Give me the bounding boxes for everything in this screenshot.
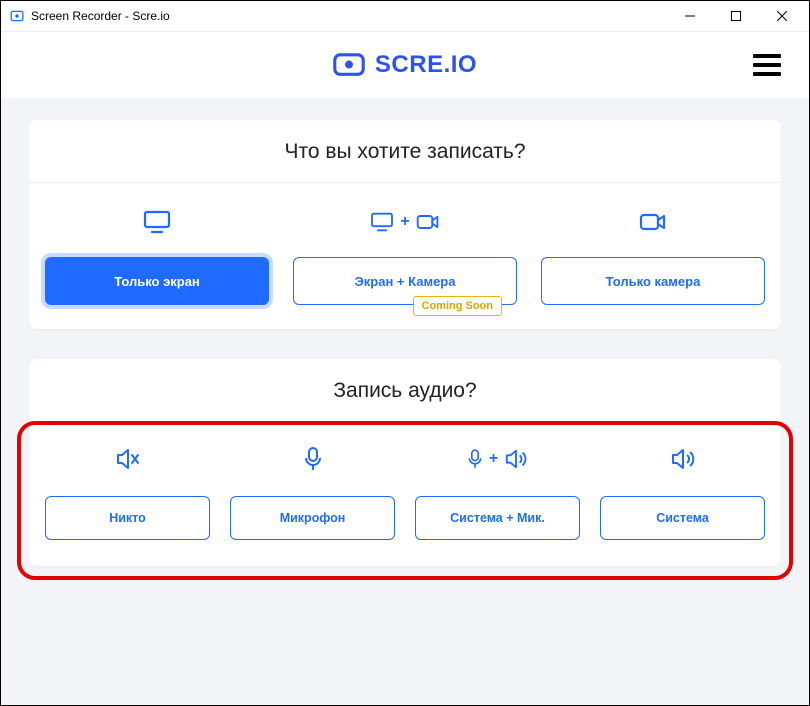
window-title: Screen Recorder - Scre.io <box>31 9 667 23</box>
option-label: Система + Мик. <box>450 511 545 525</box>
app-body: SCRE.IO Что вы хотите записать? <box>1 32 809 705</box>
speaker-icon <box>670 444 696 474</box>
record-panel: Что вы хотите записать? Только экран <box>29 120 781 329</box>
content-area: Что вы хотите записать? Только экран <box>1 98 809 618</box>
audio-option-none: Никто <box>45 444 210 540</box>
record-option-screen-only-button[interactable]: Только экран <box>45 257 269 305</box>
option-label: Только камера <box>606 274 701 289</box>
record-option-camera-only: Только камера <box>541 207 765 305</box>
record-option-screen-only: Только экран <box>45 207 269 305</box>
monitor-plus-camera-icon: + <box>370 207 439 237</box>
audio-option-system-mic-button[interactable]: Система + Мик. <box>415 496 580 540</box>
coming-soon-badge: Coming Soon <box>413 296 503 316</box>
audio-panel-title: Запись аудио? <box>29 359 781 422</box>
audio-option-none-button[interactable]: Никто <box>45 496 210 540</box>
record-option-camera-only-button[interactable]: Только камера <box>541 257 765 305</box>
audio-option-microphone-button[interactable]: Микрофон <box>230 496 395 540</box>
close-button[interactable] <box>759 1 805 32</box>
record-panel-title: Что вы хотите записать? <box>29 120 781 183</box>
option-label: Экран + Камера <box>355 274 456 289</box>
audio-option-system: Система <box>600 444 765 540</box>
microphone-plus-speaker-icon: + <box>467 444 528 474</box>
audio-option-system-button[interactable]: Система <box>600 496 765 540</box>
brand-logo-icon <box>333 53 365 77</box>
audio-option-microphone: Микрофон <box>230 444 395 540</box>
brand-name: SCRE.IO <box>375 51 477 79</box>
window-titlebar: Screen Recorder - Scre.io <box>1 1 809 32</box>
brand: SCRE.IO <box>333 51 477 79</box>
plus-icon: + <box>400 213 409 231</box>
audio-panel: Запись аудио? Никто <box>29 359 781 566</box>
option-label: Только экран <box>114 274 200 289</box>
option-label: Микрофон <box>280 511 346 525</box>
monitor-icon <box>143 207 171 237</box>
minimize-button[interactable] <box>667 1 713 32</box>
record-option-screen-camera: + Экран + Камера Coming Soon <box>293 207 517 305</box>
camera-icon <box>639 207 667 237</box>
menu-button[interactable] <box>753 49 785 81</box>
record-option-screen-camera-button[interactable]: Экран + Камера Coming Soon <box>293 257 517 305</box>
plus-icon: + <box>489 450 498 468</box>
maximize-button[interactable] <box>713 1 759 32</box>
speaker-muted-icon <box>115 444 141 474</box>
option-label: Система <box>656 511 709 525</box>
app-favicon <box>9 8 25 24</box>
microphone-icon <box>303 444 323 474</box>
option-label: Никто <box>109 511 146 525</box>
audio-option-system-mic: + Система + Мик. <box>415 444 580 540</box>
app-header: SCRE.IO <box>1 32 809 98</box>
